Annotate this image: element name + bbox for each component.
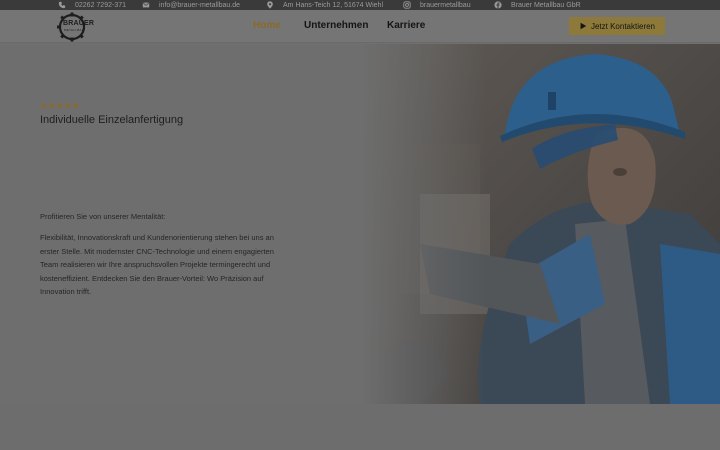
rating-stars <box>40 102 79 109</box>
star-icon <box>48 102 55 109</box>
gear-logo-icon <box>57 12 86 42</box>
play-icon <box>580 22 587 30</box>
envelope-icon <box>142 2 150 8</box>
email-link[interactable]: info@brauer-metallbau.de <box>142 1 240 9</box>
star-icon <box>64 102 71 109</box>
hero-paragraph: Flexibilität, Innovationskraft und Kunde… <box>40 233 274 296</box>
hero-section: Individuelle Einzelanfertigung Profitier… <box>0 44 720 404</box>
top-contact-bar: 02262 7292-371 info@brauer-metallbau.de … <box>0 0 720 10</box>
main-navigation: BRAUER METALLBAU Home Unternehmen Karrie… <box>0 10 720 43</box>
address-link[interactable]: Am Hans-Teich 12, 51674 Wiehl <box>266 1 383 9</box>
email-address: info@brauer-metallbau.de <box>159 1 241 9</box>
address-text: Am Hans-Teich 12, 51674 Wiehl <box>283 1 383 9</box>
logo-wordmark: BRAUER <box>63 20 95 27</box>
phone-number: 02262 7292-371 <box>75 1 126 9</box>
facebook-link[interactable]: Brauer Metallbau GbR <box>494 1 581 9</box>
phone-link[interactable]: 02262 7292-371 <box>58 1 126 9</box>
nav-item-karriere[interactable]: Karriere <box>387 20 425 31</box>
facebook-icon <box>494 1 502 9</box>
contact-cta-label: Jetzt Kontaktieren <box>590 21 656 31</box>
instagram-icon <box>403 1 411 9</box>
lower-section <box>0 404 720 450</box>
star-icon <box>40 102 47 109</box>
star-icon <box>56 102 63 109</box>
brand-logo[interactable]: BRAUER METALLBAU <box>56 12 95 42</box>
map-pin-icon <box>267 1 273 9</box>
facebook-name: Brauer Metallbau GbR <box>511 1 581 9</box>
hero-worker-photo <box>360 44 720 404</box>
nav-item-home[interactable]: Home <box>253 20 281 31</box>
hero-title: Individuelle Einzelanfertigung <box>40 114 184 126</box>
instagram-link[interactable]: brauermetallbau <box>403 1 471 9</box>
hero-subheading: Profitieren Sie von unserer Mentalität: <box>40 212 166 221</box>
nav-item-unternehmen[interactable]: Unternehmen <box>304 20 368 31</box>
star-icon <box>72 102 79 109</box>
instagram-handle: brauermetallbau <box>420 1 471 9</box>
phone-icon <box>58 1 66 9</box>
contact-cta-button[interactable]: Jetzt Kontaktieren <box>569 17 665 35</box>
logo-subtitle: METALLBAU <box>64 28 85 32</box>
